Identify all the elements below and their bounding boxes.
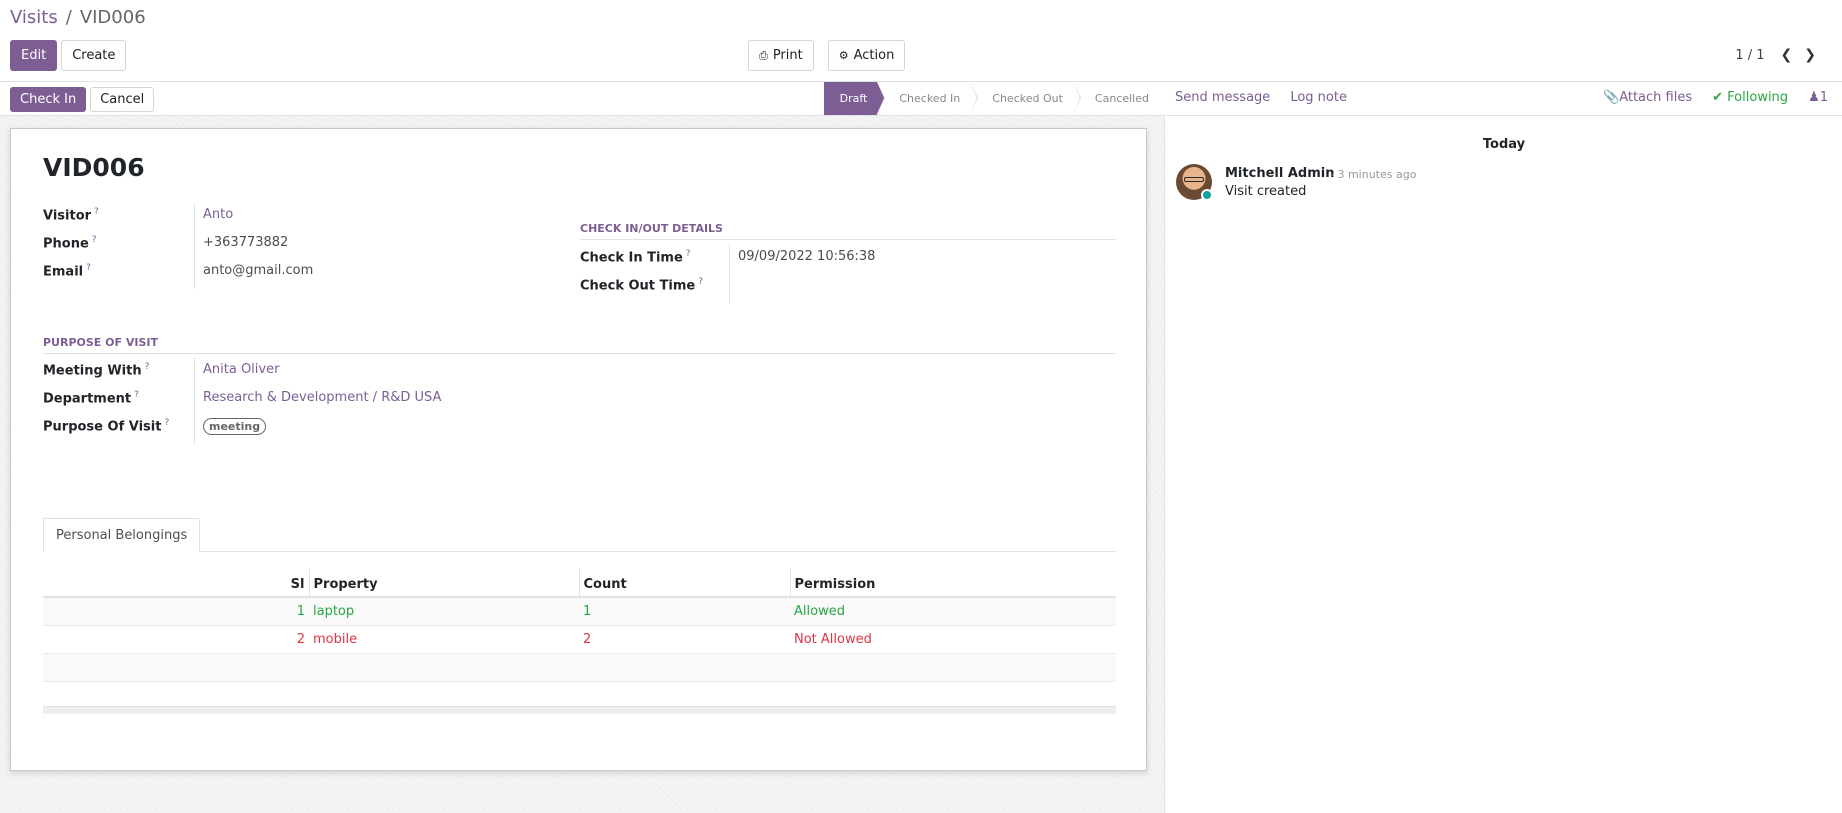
check-in-button[interactable]: Check In (10, 87, 87, 112)
paperclip-icon: 📎 (1603, 90, 1620, 105)
purpose-tag[interactable]: meeting (203, 418, 267, 435)
department-label: Department? (43, 390, 139, 407)
help-icon[interactable]: ? (686, 249, 691, 259)
followers-count: 1 (1819, 90, 1828, 105)
check-out-time-label: Check Out Time? (580, 277, 704, 294)
chatter-topbar: Send message Log note 📎Attach files ✔ Fo… (1166, 82, 1842, 116)
breadcrumb-separator: / (65, 7, 72, 28)
visitor-label: Visitor? (43, 207, 99, 224)
help-icon[interactable]: ? (145, 362, 150, 372)
meeting-with-field[interactable]: Anita Oliver (203, 362, 279, 377)
field-divider (729, 245, 730, 303)
message-author[interactable]: Mitchell Admin (1225, 166, 1334, 181)
following-label: Following (1727, 90, 1789, 105)
user-icon: ♟ (1808, 90, 1820, 105)
cancel-button[interactable]: Cancel (90, 87, 155, 112)
help-icon[interactable]: ? (86, 263, 91, 273)
gear-icon: ⚙ (838, 49, 849, 62)
print-icon: ⎙ (759, 48, 768, 62)
check-in-time-field[interactable]: 09/09/2022 10:56:38 (738, 249, 875, 264)
action-label: Action (853, 48, 895, 63)
print-button[interactable]: ⎙ Print (748, 40, 814, 71)
form-sheet: VID006 Visitor? Anto Phone? +363773882 E… (10, 128, 1147, 771)
notebook-tabs: Personal Belongings (43, 518, 1116, 552)
attach-files-label: Attach files (1619, 90, 1693, 105)
followers-button[interactable]: ♟1 (1808, 90, 1828, 105)
cell-sl: 2 (43, 625, 309, 654)
tab-personal-belongings[interactable]: Personal Belongings (43, 518, 201, 552)
stage-cancelled[interactable]: Cancelled (1072, 82, 1165, 115)
email-label: Email? (43, 263, 91, 280)
day-separator: Today (1482, 137, 1526, 152)
help-icon[interactable]: ? (92, 235, 97, 245)
edit-button[interactable]: Edit (10, 40, 58, 71)
message-body: Visit created (1225, 184, 1307, 199)
cell-property: laptop (309, 597, 579, 626)
form-area: Check In Cancel Draft Checked In Checked… (0, 82, 1165, 813)
online-status-icon (1201, 189, 1213, 201)
table-row[interactable]: 2 mobile 2 Not Allowed (43, 625, 1116, 654)
belongings-table: Sl Property Count Permission 1 laptop 1 … (43, 569, 1116, 682)
checkinout-section-title: CHECK IN/OUT DETAILS (580, 222, 1116, 240)
column-header-sl[interactable]: Sl (43, 569, 309, 598)
column-header-permission[interactable]: Permission (789, 569, 1116, 598)
stage-draft[interactable]: Draft (823, 82, 886, 115)
record-title: VID006 (43, 153, 145, 182)
field-divider (194, 203, 195, 289)
statusbar: Check In Cancel Draft Checked In Checked… (0, 82, 1165, 116)
purpose-section-title: PURPOSE OF VISIT (43, 336, 1116, 354)
help-icon[interactable]: ? (94, 207, 99, 217)
cell-count: 2 (579, 625, 790, 654)
cell-count: 1 (579, 597, 790, 626)
create-button[interactable]: Create (61, 40, 127, 71)
breadcrumb-visits-link[interactable]: Visits (10, 7, 58, 28)
help-icon[interactable]: ? (134, 390, 139, 400)
chatter-panel: Send message Log note 📎Attach files ✔ Fo… (1166, 82, 1842, 813)
control-panel: Visits / VID006 Edit Create ⎙ Print ⚙ Ac… (0, 0, 1842, 82)
following-button[interactable]: ✔ Following (1712, 90, 1788, 105)
field-divider (194, 358, 195, 444)
table-row-empty (43, 653, 1116, 682)
stage-bar: Draft Checked In Checked Out Cancelled (823, 82, 1165, 115)
cell-permission: Allowed (790, 597, 1116, 626)
breadcrumb: Visits / VID006 (10, 7, 146, 28)
phone-label: Phone? (43, 235, 97, 252)
attach-files-button[interactable]: 📎Attach files (1603, 90, 1692, 105)
message: Mitchell Admin - 3 minutes ago Visit cre… (1176, 164, 1816, 204)
breadcrumb-current: VID006 (79, 7, 146, 28)
pager: 1 / 1 ❮ ❯ (1735, 47, 1816, 63)
check-in-time-label: Check In Time? (580, 249, 691, 266)
table-footer (43, 706, 1116, 714)
help-icon[interactable]: ? (164, 418, 169, 428)
cell-property: mobile (309, 625, 579, 654)
pager-value[interactable]: 1 / 1 (1735, 48, 1764, 63)
chevron-left-icon[interactable]: ❮ (1781, 47, 1793, 63)
purpose-of-visit-label: Purpose Of Visit? (43, 418, 170, 435)
stage-checked-in[interactable]: Checked In (877, 82, 979, 115)
column-header-count[interactable]: Count (578, 569, 790, 598)
table-row[interactable]: 1 laptop 1 Allowed (43, 597, 1116, 626)
message-date: - 3 minutes ago (1330, 168, 1417, 181)
print-label: Print (772, 48, 803, 63)
column-header-property[interactable]: Property (308, 569, 579, 598)
cell-sl: 1 (43, 597, 309, 626)
help-icon[interactable]: ? (698, 277, 703, 287)
send-message-button[interactable]: Send message (1175, 90, 1270, 105)
log-note-button[interactable]: Log note (1290, 90, 1347, 105)
phone-field[interactable]: +363773882 (203, 235, 288, 250)
department-field[interactable]: Research & Development / R&D USA (203, 390, 441, 405)
cell-permission: Not Allowed (790, 625, 1116, 654)
email-field[interactable]: anto@gmail.com (203, 263, 313, 278)
check-icon: ✔ (1712, 90, 1724, 105)
visitor-field[interactable]: Anto (203, 207, 233, 222)
meeting-with-label: Meeting With? (43, 362, 150, 379)
action-button[interactable]: ⚙ Action (827, 40, 906, 71)
chevron-right-icon[interactable]: ❯ (1804, 47, 1816, 63)
stage-checked-out[interactable]: Checked Out (970, 82, 1081, 115)
